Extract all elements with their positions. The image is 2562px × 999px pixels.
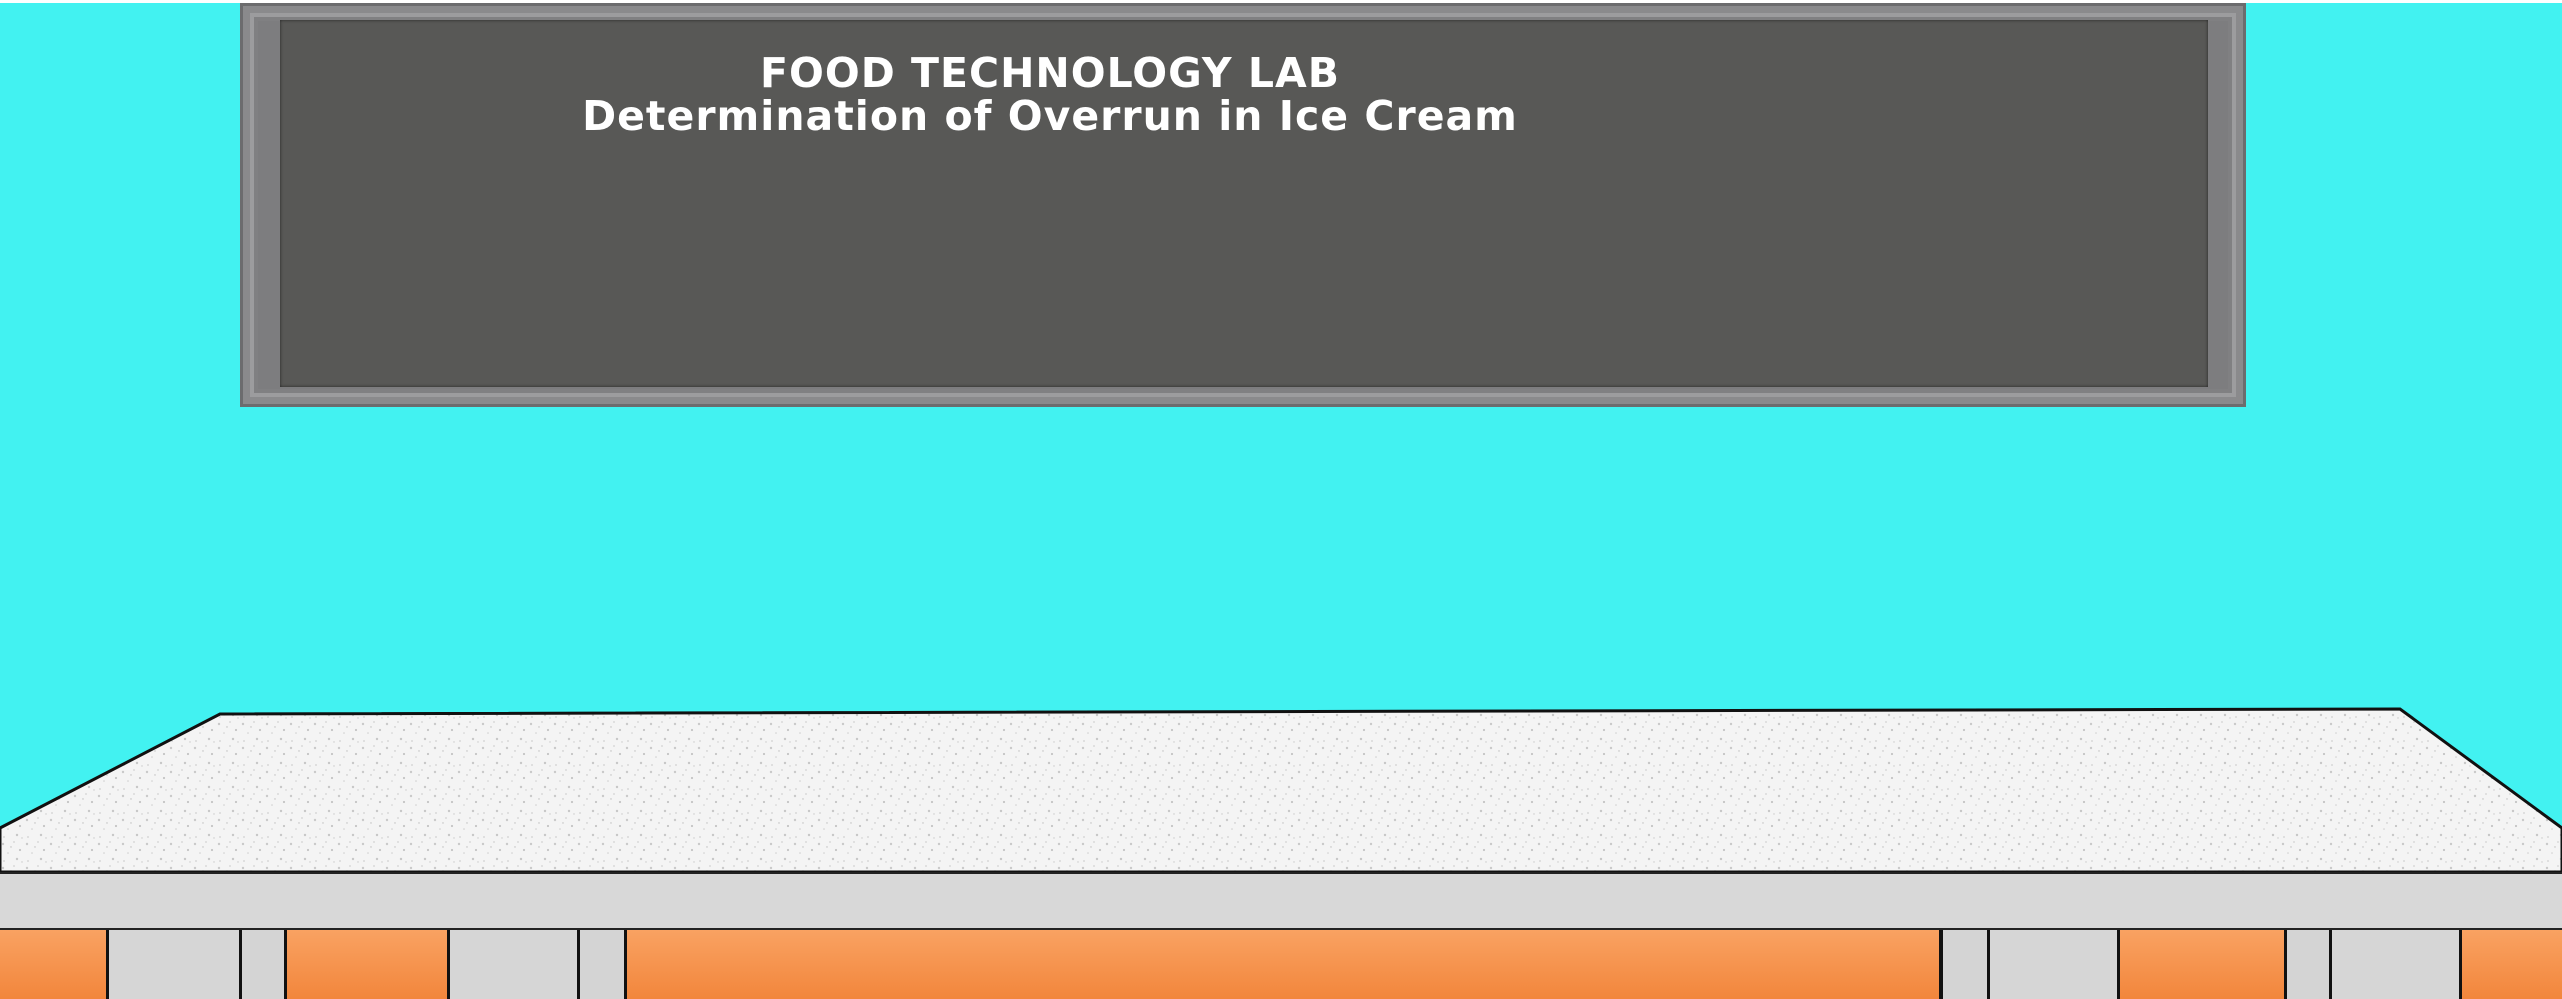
drawer-1[interactable] [0,930,109,999]
table-leg-3 [1940,930,1990,999]
drawer-4[interactable] [2117,930,2287,999]
drawer-3[interactable] [624,930,1942,999]
table-leg-2 [577,930,627,999]
table-leg-1 [239,930,287,999]
table-cabinet [0,928,2562,999]
drawer-2[interactable] [284,930,450,999]
table-leg-4 [2284,930,2332,999]
table-apron [0,872,2562,928]
lab-table-top [0,707,2562,874]
table-surface [0,707,2562,874]
drawer-5[interactable] [2459,930,2562,999]
